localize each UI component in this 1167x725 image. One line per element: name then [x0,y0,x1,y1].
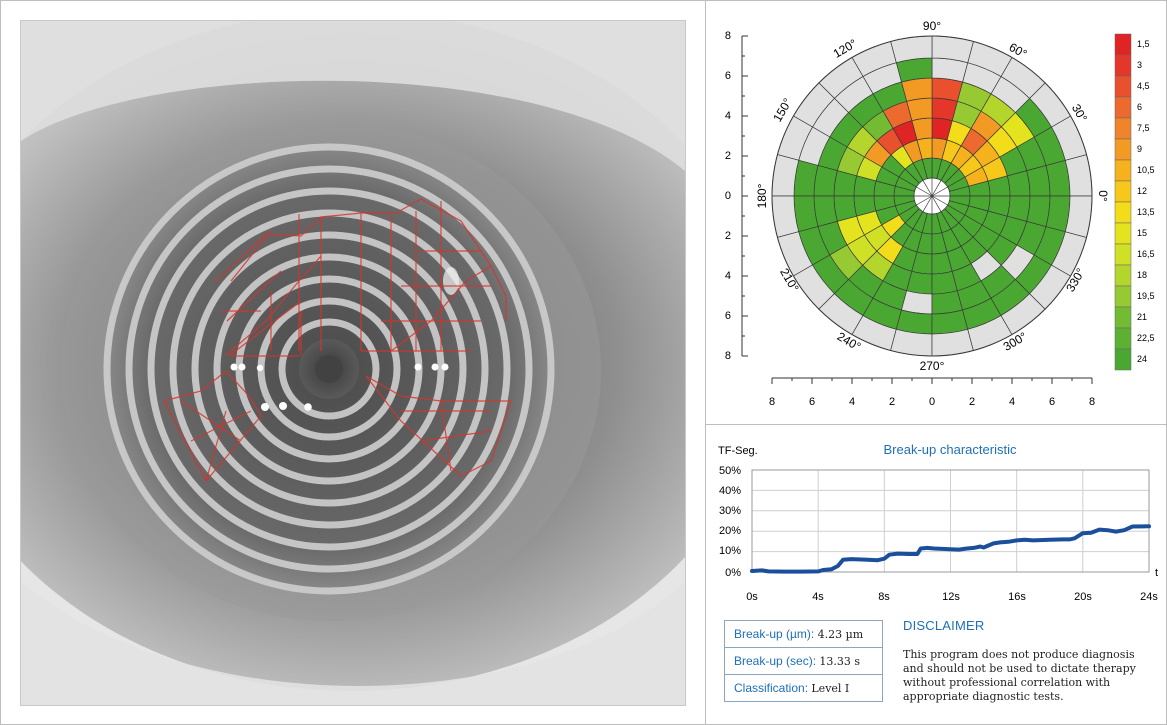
polar-y-label-8: 8 [725,350,731,362]
polar-y-label-1: 6 [725,70,731,82]
y-tick-50: 50% [719,465,741,477]
polar-x-label-0: 8 [769,396,775,408]
scale-label-8: 13,5 [1137,207,1155,217]
results-row-classification: Classification: Level I [724,674,883,702]
scale-swatch [1114,75,1132,98]
disclaimer-title: DISCLAIMER [903,618,985,633]
x-tick-12s: 12s [942,591,960,603]
angle-label-270: 270° [920,359,945,373]
x-tick-24s: 24s [1140,591,1158,603]
scale-label-7: 12 [1137,186,1147,196]
results-table: Break-up (µm): 4.23 µm Break-up (sec): 1… [724,620,883,702]
scale-swatch [1114,159,1132,182]
scale-label-4: 7,5 [1137,123,1150,133]
results-row-breakup-um: Break-up (µm): 4.23 µm [724,620,883,648]
scale-swatch [1114,222,1132,245]
chart-y-title: TF-Seg. [718,445,758,457]
polar-y-label-5: 2 [725,230,731,242]
scale-swatch [1114,285,1132,308]
polar-x-label-2: 4 [849,396,855,408]
scale-swatch [1114,138,1132,161]
results-row-breakup-sec: Break-up (sec): 13.33 s [724,647,883,675]
breakup-sec-label: Break-up (sec): [734,654,817,668]
scale-swatch [1114,243,1132,266]
polar-x-label-4: 0 [929,396,935,408]
y-tick-40: 40% [719,485,741,497]
x-tick-16s: 16s [1008,591,1026,603]
scale-label-15: 24 [1137,354,1147,364]
polar-x-label-6: 4 [1009,396,1015,408]
polar-y-label-3: 2 [725,150,731,162]
angle-label-0: 0° [1096,190,1110,202]
eye-image-panel [20,20,686,706]
polar-y-label-4: 0 [725,190,731,202]
polar-y-ticks [742,35,748,357]
scale-label-1: 3 [1137,60,1142,70]
y-tick-20: 20% [719,525,741,537]
y-tick-30: 30% [719,505,741,517]
breakup-um-label: Break-up (µm): [734,627,815,641]
scale-swatch [1114,327,1132,350]
scale-label-3: 6 [1137,102,1142,112]
x-tick-20s: 20s [1074,591,1092,603]
scale-swatch [1114,96,1132,119]
polar-sector-cell [1026,195,1051,227]
chart-title: Break-up characteristic [884,442,1017,457]
polar-map-panel: 90° 60° 30° 0° 330° 300° 270° 240° 210° … [706,0,1167,424]
disclaimer-text: This program does not produce diagnosis … [903,648,1136,703]
polar-sector-cell [901,290,933,315]
scale-label-5: 9 [1137,144,1142,154]
scale-swatch [1114,33,1132,56]
scale-swatch [1114,264,1132,287]
polar-x-label-5: 2 [969,396,975,408]
x-axis-label: t [1155,567,1158,579]
color-scale-legend [1114,33,1132,371]
polar-y-label-7: 6 [725,310,731,322]
scale-label-6: 10,5 [1137,165,1155,175]
angle-label-180: 180° [755,183,769,208]
polar-breakup-map: 90° 60° 30° 0° 330° 300° 270° 240° 210° … [725,19,1155,408]
chart-grid [751,469,1150,573]
breakup-line-chart: TF-Seg. Break-up characteristic 50% 40% … [718,442,1158,603]
breakup-um-value: 4.23 µm [817,628,864,641]
x-tick-8s: 8s [878,591,890,603]
scale-label-13: 21 [1137,312,1147,322]
scale-label-2: 4,5 [1137,81,1150,91]
scale-label-14: 22,5 [1137,333,1155,343]
y-tick-10: 10% [719,545,741,557]
polar-x-label-7: 6 [1049,396,1055,408]
scale-swatch [1114,54,1132,77]
polar-x-label-3: 2 [889,396,895,408]
polar-x-ticks [771,378,1093,384]
placido-eye-image [21,21,685,705]
polar-sectors [771,35,1093,357]
scale-label-11: 18 [1137,270,1147,280]
polar-y-label-0: 8 [725,30,731,42]
scale-swatch [1114,180,1132,203]
classification-label: Classification: [734,681,809,695]
scale-swatch [1114,201,1132,224]
polar-x-label-8: 8 [1089,396,1095,408]
x-tick-0s: 0s [746,591,758,603]
scale-label-12: 19,5 [1137,291,1155,301]
x-tick-4s: 4s [812,591,824,603]
scale-swatch [1114,117,1132,140]
scale-label-0: 1,5 [1137,39,1150,49]
polar-sector-cell [813,165,838,197]
scale-label-10: 16,5 [1137,249,1155,259]
classification-value: Level I [811,682,850,695]
polar-sector-cell [931,77,963,102]
scale-label-9: 15 [1137,228,1147,238]
polar-y-label-2: 4 [725,110,731,122]
scale-swatch [1114,348,1132,371]
angle-label-90: 90° [923,19,941,33]
scale-swatch [1114,306,1132,329]
polar-x-label-1: 6 [809,396,815,408]
breakup-sec-value: 13.33 s [819,655,861,668]
polar-y-label-6: 4 [725,270,731,282]
y-tick-0: 0% [725,567,741,579]
